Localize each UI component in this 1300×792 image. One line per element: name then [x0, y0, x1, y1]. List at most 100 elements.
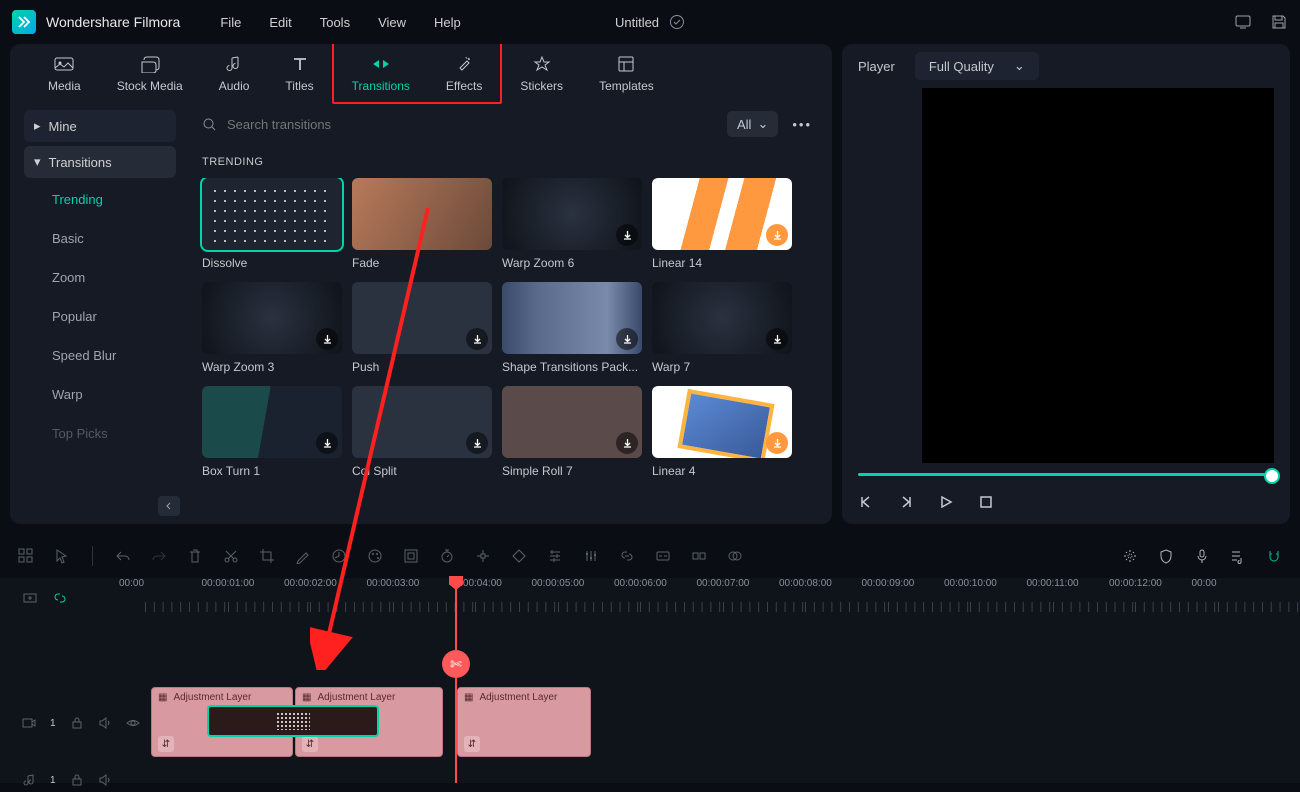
play-button[interactable] [938, 494, 954, 510]
transition-card[interactable]: Box Turn 1 [202, 386, 342, 478]
transition-thumbnail[interactable] [652, 282, 792, 354]
tab-stickers[interactable]: Stickers [502, 44, 581, 102]
delete-icon[interactable] [187, 548, 203, 564]
transition-thumbnail[interactable] [352, 386, 492, 458]
playhead[interactable]: ✄ [455, 578, 457, 783]
subcat-speed-blur[interactable]: Speed Blur [24, 338, 176, 373]
crop-icon[interactable] [259, 548, 275, 564]
download-icon[interactable] [766, 432, 788, 454]
next-frame-button[interactable] [898, 494, 914, 510]
transition-card[interactable]: Warp Zoom 3 [202, 282, 342, 374]
scrub-bar[interactable] [858, 473, 1274, 476]
timer-icon[interactable] [439, 548, 455, 564]
transition-card[interactable]: Warp Zoom 6 [502, 178, 642, 270]
transition-thumbnail[interactable] [352, 178, 492, 250]
tab-media[interactable]: Media [30, 44, 99, 102]
lock-track-icon[interactable] [70, 716, 84, 730]
shield-icon[interactable] [1158, 548, 1174, 564]
download-icon[interactable] [766, 328, 788, 350]
download-icon[interactable] [316, 328, 338, 350]
layout-icon[interactable] [18, 548, 34, 564]
transition-thumbnail[interactable] [202, 178, 342, 250]
mute-track-icon[interactable] [98, 773, 112, 787]
magnet-icon[interactable] [1266, 548, 1282, 564]
subcat-basic[interactable]: Basic [24, 221, 176, 256]
download-icon[interactable] [766, 224, 788, 246]
transition-card[interactable]: Col Split [352, 386, 492, 478]
save-icon[interactable] [1270, 13, 1288, 31]
visible-track-icon[interactable] [126, 716, 140, 730]
greenscreen-icon[interactable] [403, 548, 419, 564]
tracks-area[interactable]: ▦Adjustment Layer ⇵ ▦Adjustment Layer ⇵ … [145, 612, 1300, 783]
tracking-icon[interactable] [475, 548, 491, 564]
transition-thumbnail[interactable] [352, 282, 492, 354]
subcat-trending[interactable]: Trending [24, 182, 176, 217]
tab-transitions[interactable]: Transitions [334, 44, 428, 102]
sparkle-icon[interactable] [1122, 548, 1138, 564]
edit-icon[interactable] [295, 548, 311, 564]
transition-card[interactable]: Linear 4 [652, 386, 792, 478]
group-icon[interactable] [691, 548, 707, 564]
category-mine[interactable]: ▸ Mine [24, 110, 176, 142]
applied-transition[interactable] [207, 705, 379, 737]
link-toggle-icon[interactable] [52, 590, 68, 606]
transition-card[interactable]: Shape Transitions Pack... [502, 282, 642, 374]
filter-button[interactable]: All ⌄ [727, 111, 778, 137]
download-icon[interactable] [316, 432, 338, 454]
clip-adjustment-3[interactable]: ▦Adjustment Layer ⇵ [457, 687, 591, 757]
download-icon[interactable] [466, 328, 488, 350]
speed-icon[interactable] [331, 548, 347, 564]
transition-thumbnail[interactable] [502, 386, 642, 458]
tab-templates[interactable]: Templates [581, 44, 672, 102]
display-settings-icon[interactable] [1234, 13, 1252, 31]
color-icon[interactable] [367, 548, 383, 564]
menu-edit[interactable]: Edit [269, 15, 291, 30]
tab-stock-media[interactable]: Stock Media [99, 44, 201, 102]
mic-icon[interactable] [1194, 548, 1210, 564]
collapse-sidebar-button[interactable] [158, 496, 180, 516]
tab-titles[interactable]: Titles [267, 44, 331, 102]
transition-thumbnail[interactable] [202, 386, 342, 458]
subcat-popular[interactable]: Popular [24, 299, 176, 334]
category-transitions[interactable]: ▾ Transitions [24, 146, 176, 178]
preview-canvas[interactable] [922, 88, 1274, 463]
playlist-icon[interactable] [1230, 548, 1246, 564]
add-track-icon[interactable] [22, 590, 38, 606]
transition-thumbnail[interactable] [502, 282, 642, 354]
tab-audio[interactable]: Audio [201, 44, 268, 102]
redo-icon[interactable] [151, 548, 167, 564]
transition-card[interactable]: Fade [352, 178, 492, 270]
download-icon[interactable] [466, 432, 488, 454]
search-input[interactable] [227, 117, 727, 132]
mask-icon[interactable] [727, 548, 743, 564]
download-icon[interactable] [616, 328, 638, 350]
undo-icon[interactable] [115, 548, 131, 564]
subtitle-icon[interactable] [655, 548, 671, 564]
download-icon[interactable] [616, 224, 638, 246]
menu-tools[interactable]: Tools [320, 15, 350, 30]
tab-effects[interactable]: Effects [428, 44, 500, 102]
download-icon[interactable] [616, 432, 638, 454]
menu-help[interactable]: Help [434, 15, 461, 30]
stop-button[interactable] [978, 494, 994, 510]
transition-card[interactable]: Push [352, 282, 492, 374]
subcat-warp[interactable]: Warp [24, 377, 176, 412]
transition-thumbnail[interactable] [202, 282, 342, 354]
transition-card[interactable]: Simple Roll 7 [502, 386, 642, 478]
link-icon[interactable] [619, 548, 635, 564]
keyframe-icon[interactable] [511, 548, 527, 564]
lock-track-icon[interactable] [70, 773, 84, 787]
subcat-top-picks[interactable]: Top Picks [24, 416, 176, 451]
transition-card[interactable]: Linear 14 [652, 178, 792, 270]
transition-card[interactable]: Dissolve [202, 178, 342, 270]
cut-icon[interactable] [223, 548, 239, 564]
time-ruler[interactable]: 00:0000:00:01:0000:00:02:0000:00:03:0000… [145, 578, 1300, 612]
menu-file[interactable]: File [220, 15, 241, 30]
menu-view[interactable]: View [378, 15, 406, 30]
mixer-icon[interactable] [583, 548, 599, 564]
more-options-button[interactable]: ••• [792, 117, 812, 132]
transition-thumbnail[interactable] [502, 178, 642, 250]
transition-thumbnail[interactable] [652, 386, 792, 458]
transition-card[interactable]: Warp 7 [652, 282, 792, 374]
split-button[interactable]: ✄ [442, 650, 470, 678]
